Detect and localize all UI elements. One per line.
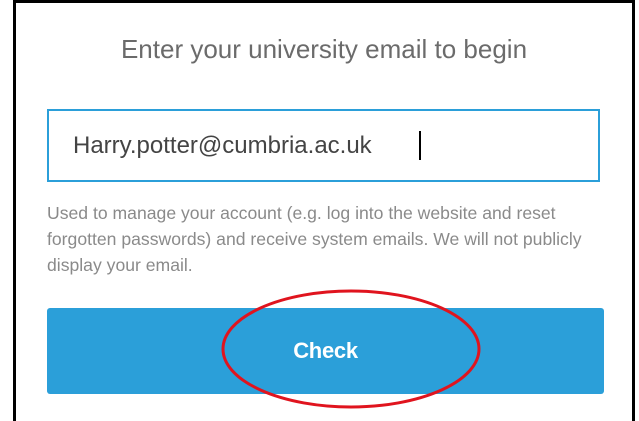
text-cursor <box>419 131 421 160</box>
signup-panel: Enter your university email to begin Use… <box>13 0 635 421</box>
check-button[interactable]: Check <box>47 308 604 394</box>
email-help-text: Used to manage your account (e.g. log in… <box>47 203 582 275</box>
email-field[interactable] <box>47 109 600 182</box>
page-heading: Enter your university email to begin <box>120 34 528 64</box>
